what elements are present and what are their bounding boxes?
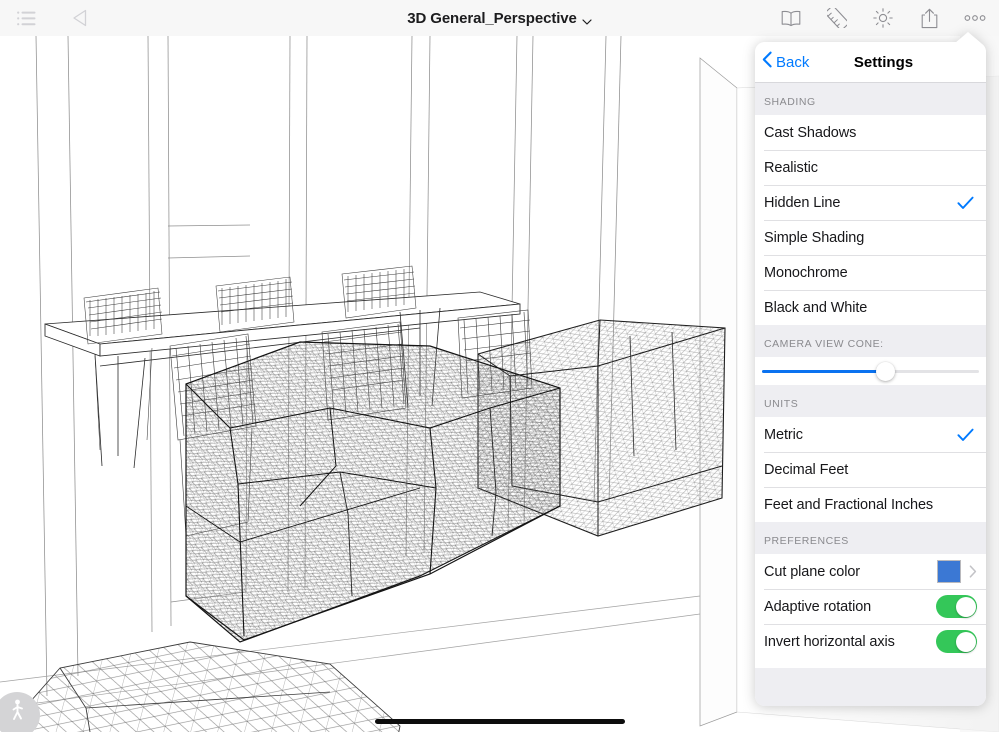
back-button-label: Back bbox=[776, 53, 810, 71]
section-header-preferences: PREFERENCES bbox=[755, 522, 986, 554]
checkmark-glyph bbox=[957, 428, 974, 441]
shading-option-hidden-line[interactable]: Hidden Line bbox=[755, 185, 986, 220]
more-icon[interactable] bbox=[963, 6, 987, 30]
home-indicator-bar[interactable] bbox=[375, 719, 625, 724]
book-glyph bbox=[781, 10, 801, 26]
option-label: Monochrome bbox=[764, 264, 848, 281]
shading-option-simple-shading[interactable]: Simple Shading bbox=[755, 220, 986, 255]
list-menu-icon[interactable] bbox=[14, 6, 38, 30]
preferences-group: Cut plane color Adaptive rotation Invert… bbox=[755, 554, 986, 659]
section-header-units: UNITS bbox=[755, 385, 986, 417]
section-header-shading: SHADING bbox=[755, 83, 986, 115]
ruler-glyph bbox=[827, 8, 847, 28]
shading-group: Cast Shadows Realistic Hidden Line Simpl… bbox=[755, 115, 986, 325]
book-icon[interactable] bbox=[779, 6, 803, 30]
chevron-left-glyph bbox=[762, 51, 772, 68]
toggle-knob bbox=[955, 596, 976, 617]
share-icon[interactable] bbox=[917, 6, 941, 30]
page-title-text: 3D General_Perspective bbox=[407, 9, 577, 27]
checkmark-icon bbox=[957, 428, 974, 442]
cut-plane-color-swatch[interactable] bbox=[937, 560, 961, 583]
slider-fill bbox=[762, 369, 886, 373]
settings-panel: Back Settings SHADING Cast Shadows Reali… bbox=[755, 42, 986, 706]
option-label: Realistic bbox=[764, 159, 818, 176]
camera-view-cone-slider[interactable] bbox=[762, 361, 979, 381]
share-glyph bbox=[921, 8, 937, 28]
more-glyph bbox=[964, 15, 986, 21]
list-tail bbox=[755, 659, 986, 668]
back-button[interactable]: Back bbox=[755, 51, 809, 73]
option-label: Invert horizontal axis bbox=[764, 633, 895, 650]
option-label: Adaptive rotation bbox=[764, 598, 872, 615]
option-label: Feet and Fractional Inches bbox=[764, 496, 934, 513]
chevron-left-icon bbox=[762, 51, 773, 73]
settings-header: Back Settings bbox=[755, 42, 986, 83]
shading-option-monochrome[interactable]: Monochrome bbox=[755, 255, 986, 290]
checkmark-glyph bbox=[957, 196, 974, 209]
shading-option-black-and-white[interactable]: Black and White bbox=[755, 290, 986, 325]
chevron-right-icon bbox=[969, 565, 977, 578]
option-label: Cut plane color bbox=[764, 563, 861, 580]
option-label: Decimal Feet bbox=[764, 461, 849, 478]
units-option-metric[interactable]: Metric bbox=[755, 417, 986, 452]
chevron-down-glyph bbox=[582, 19, 592, 25]
chevron-down-icon[interactable] bbox=[582, 14, 592, 25]
option-label: Black and White bbox=[764, 299, 868, 316]
adaptive-rotation-toggle[interactable] bbox=[936, 595, 977, 618]
option-label: Metric bbox=[764, 426, 803, 443]
camera-view-cone-row bbox=[755, 357, 986, 385]
pref-cut-plane-color[interactable]: Cut plane color bbox=[755, 554, 986, 589]
units-option-decimal-feet[interactable]: Decimal Feet bbox=[755, 452, 986, 487]
settings-scroll-area[interactable]: SHADING Cast Shadows Realistic Hidden Li… bbox=[755, 83, 986, 706]
slider-thumb[interactable] bbox=[876, 361, 896, 381]
menu-glyph bbox=[16, 11, 35, 25]
units-option-feet-and-fractional-inches[interactable]: Feet and Fractional Inches bbox=[755, 487, 986, 522]
shading-option-cast-shadows[interactable]: Cast Shadows bbox=[755, 115, 986, 150]
chevron-right-glyph bbox=[969, 565, 977, 578]
brightness-glyph bbox=[873, 8, 893, 28]
option-label: Cast Shadows bbox=[764, 124, 857, 141]
option-label: Simple Shading bbox=[764, 229, 865, 246]
invert-horizontal-axis-toggle[interactable] bbox=[936, 630, 977, 653]
walk-glyph bbox=[12, 699, 23, 720]
checkmark-icon bbox=[957, 196, 974, 210]
popover-arrow bbox=[955, 32, 981, 43]
section-header-camera-view-cone: CAMERA VIEW CONE: bbox=[755, 325, 986, 357]
settings-popover: Back Settings SHADING Cast Shadows Reali… bbox=[755, 32, 986, 706]
back-triangle-icon[interactable] bbox=[68, 6, 92, 30]
brightness-icon[interactable] bbox=[871, 6, 895, 30]
option-label: Hidden Line bbox=[764, 194, 841, 211]
back-glyph bbox=[73, 9, 87, 27]
toggle-knob bbox=[955, 631, 976, 652]
units-group: Metric Decimal Feet Feet and Fractional … bbox=[755, 417, 986, 522]
pref-invert-horizontal-axis[interactable]: Invert horizontal axis bbox=[755, 624, 986, 659]
top-toolbar: 3D General_Perspective bbox=[0, 0, 999, 36]
shading-option-realistic[interactable]: Realistic bbox=[755, 150, 986, 185]
toolbar-actions bbox=[779, 0, 987, 36]
app-root: 3D General_Perspective Back Settings SHA… bbox=[0, 0, 999, 732]
ruler-icon[interactable] bbox=[825, 6, 849, 30]
pref-adaptive-rotation[interactable]: Adaptive rotation bbox=[755, 589, 986, 624]
